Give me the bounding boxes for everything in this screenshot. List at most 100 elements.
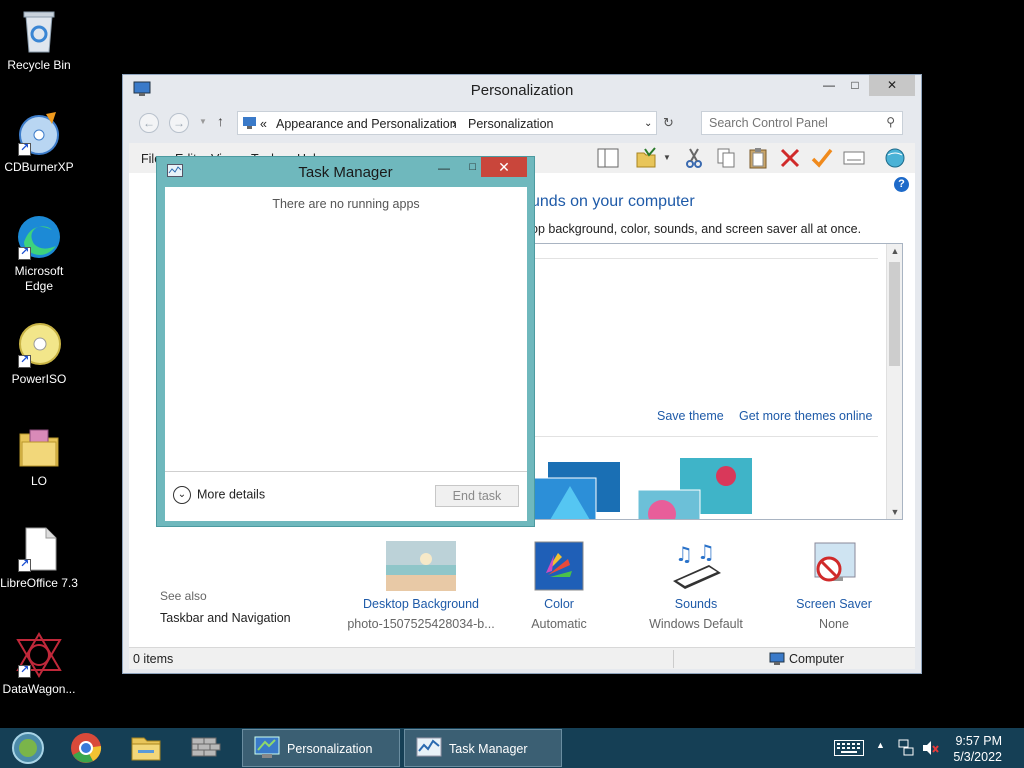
desktop-icon-recycle-bin[interactable]: Recycle Bin — [0, 8, 78, 73]
svg-text:♫: ♫ — [697, 541, 715, 564]
sounds-setting[interactable]: ♫ ♫ Sounds Windows Default — [621, 540, 771, 631]
close-button[interactable]: ✕ — [869, 75, 915, 96]
theme-thumbnail-flowers[interactable] — [637, 456, 758, 519]
minimize-button[interactable]: — — [438, 161, 450, 175]
recent-pages-dropdown[interactable]: ▼ — [199, 117, 207, 126]
back-button[interactable]: ← — [139, 113, 159, 133]
firewall-taskbar-button[interactable] — [180, 730, 232, 766]
layout-pane-icon[interactable] — [597, 147, 619, 169]
theme-thumbnail-windows[interactable] — [530, 458, 630, 519]
save-theme-link[interactable]: Save theme — [657, 409, 724, 423]
scroll-up-icon[interactable]: ▲ — [887, 246, 902, 256]
clock-time: 9:57 PM — [955, 734, 1002, 748]
address-dropdown-icon[interactable]: ⌄ — [644, 118, 652, 129]
show-hidden-icons-icon[interactable]: ▲ — [876, 740, 885, 750]
theme-list-scrollbar[interactable]: ▲ ▼ — [886, 244, 902, 519]
clock[interactable]: 9:57 PM 5/3/2022 — [953, 733, 1002, 765]
theme-list[interactable]: Save theme Get more themes online ▲ ▼ — [529, 243, 903, 520]
folder-icon — [16, 424, 62, 470]
end-task-button[interactable]: End task — [435, 485, 519, 507]
no-apps-message: There are no running apps — [272, 197, 420, 211]
start-orb-icon — [12, 732, 44, 764]
taskbar-task-personalization[interactable]: Personalization — [242, 729, 400, 767]
help-icon[interactable]: ? — [894, 177, 909, 192]
cut-icon[interactable] — [683, 147, 705, 169]
globe-icon[interactable] — [883, 147, 905, 169]
file-explorer-taskbar-button[interactable] — [120, 730, 172, 766]
get-more-themes-link[interactable]: Get more themes online — [739, 409, 872, 423]
minimize-button[interactable]: — — [815, 75, 843, 96]
brick-wall-icon — [191, 737, 221, 757]
status-divider — [673, 650, 674, 668]
desktop-background-setting[interactable]: Desktop Background photo-1507525428034-b… — [346, 541, 496, 631]
desktop-icon-lo-folder[interactable]: LO — [0, 424, 78, 489]
search-icon[interactable]: ⚲ — [886, 115, 895, 129]
window-titlebar[interactable]: Personalization — □ ✕ — [123, 75, 921, 105]
shortcut-arrow-icon — [18, 663, 31, 678]
search-input[interactable] — [709, 116, 879, 130]
shortcut-arrow-icon — [18, 245, 31, 260]
shortcut-arrow-icon — [18, 353, 31, 368]
delete-icon[interactable] — [779, 147, 801, 169]
close-button[interactable]: ✕ — [481, 157, 527, 177]
refresh-icon[interactable]: ↻ — [663, 115, 674, 131]
window-title: Personalization — [470, 82, 574, 99]
maximize-button[interactable]: □ — [469, 161, 476, 173]
datawagon-icon — [16, 632, 62, 678]
breadcrumb-personalization[interactable]: Personalization — [468, 117, 553, 131]
status-bar: 0 items Computer — [129, 647, 915, 669]
more-details-button[interactable]: ⌄ More details — [173, 486, 265, 504]
setting-value: None — [819, 617, 849, 631]
chrome-taskbar-button[interactable] — [60, 730, 112, 766]
desktop-background-thumbnail — [386, 541, 456, 591]
divider — [530, 258, 878, 259]
shortcut-arrow-icon — [18, 557, 31, 572]
checkmark-icon[interactable] — [811, 147, 833, 169]
folder-options-icon[interactable] — [635, 147, 657, 169]
volume-muted-icon[interactable] — [922, 740, 940, 759]
desktop-icon-label: CDBurnerXP — [4, 160, 74, 174]
svg-text:♫: ♫ — [675, 542, 693, 566]
desktop-icon-microsoft-edge[interactable]: Microsoft Edge — [0, 214, 78, 294]
sounds-icon: ♫ ♫ — [661, 540, 731, 591]
desktop-icon-libreoffice[interactable]: LibreOffice 7.3 — [0, 526, 78, 591]
desktop-icon-label: DataWagon... — [2, 682, 76, 696]
page-heading: unds on your computer — [531, 193, 695, 210]
forward-button[interactable]: → — [169, 113, 189, 133]
address-bar[interactable]: « Appearance and Personalization › Perso… — [237, 111, 657, 135]
taskbar-task-label: Task Manager — [449, 742, 528, 756]
task-manager-titlebar[interactable]: Task Manager — □ ✕ — [157, 157, 534, 185]
taskbar-navigation-link[interactable]: Taskbar and Navigation — [160, 611, 291, 625]
task-manager-footer: ⌄ More details End task — [165, 471, 527, 521]
search-box[interactable]: ⚲ — [701, 111, 903, 135]
task-manager-body: There are no running apps ⌄ More details … — [165, 187, 527, 521]
color-palette-icon — [524, 541, 594, 591]
maximize-button[interactable]: □ — [841, 75, 869, 96]
status-location: Computer — [789, 652, 844, 666]
copy-icon[interactable] — [715, 147, 737, 169]
up-button[interactable]: ↑ — [217, 113, 224, 129]
paste-icon[interactable] — [747, 147, 769, 169]
task-manager-title: Task Manager — [298, 164, 393, 181]
setting-name: Sounds — [674, 597, 718, 611]
breadcrumb-appearance[interactable]: Appearance and Personalization — [276, 117, 457, 131]
folder-options-dropdown-icon[interactable]: ▼ — [663, 153, 671, 162]
properties-icon[interactable] — [843, 147, 865, 169]
network-icon[interactable] — [898, 739, 914, 760]
taskbar: Personalization Task Manager ▲ 9:57 PM 5… — [0, 728, 1024, 768]
screen-saver-setting[interactable]: Screen Saver None — [759, 541, 909, 631]
desktop-icon-label: LibreOffice 7.3 — [0, 576, 78, 590]
scroll-down-icon[interactable]: ▼ — [887, 507, 902, 517]
breadcrumb-chevrons[interactable]: « — [260, 117, 267, 131]
desktop-icon-poweriso[interactable]: PowerISO — [0, 322, 78, 387]
chrome-icon — [71, 733, 102, 763]
shortcut-arrow-icon — [18, 141, 31, 156]
color-setting[interactable]: Color Automatic — [484, 541, 634, 631]
touch-keyboard-icon[interactable] — [834, 740, 864, 759]
taskbar-task-task-manager[interactable]: Task Manager — [404, 729, 562, 767]
desktop-icon-datawagon[interactable]: DataWagon... — [0, 632, 78, 697]
more-details-label: More details — [197, 487, 266, 502]
scrollbar-thumb[interactable] — [889, 262, 900, 366]
desktop-icon-cdburnerxp[interactable]: CDBurnerXP — [0, 110, 78, 175]
start-button[interactable] — [2, 730, 54, 766]
